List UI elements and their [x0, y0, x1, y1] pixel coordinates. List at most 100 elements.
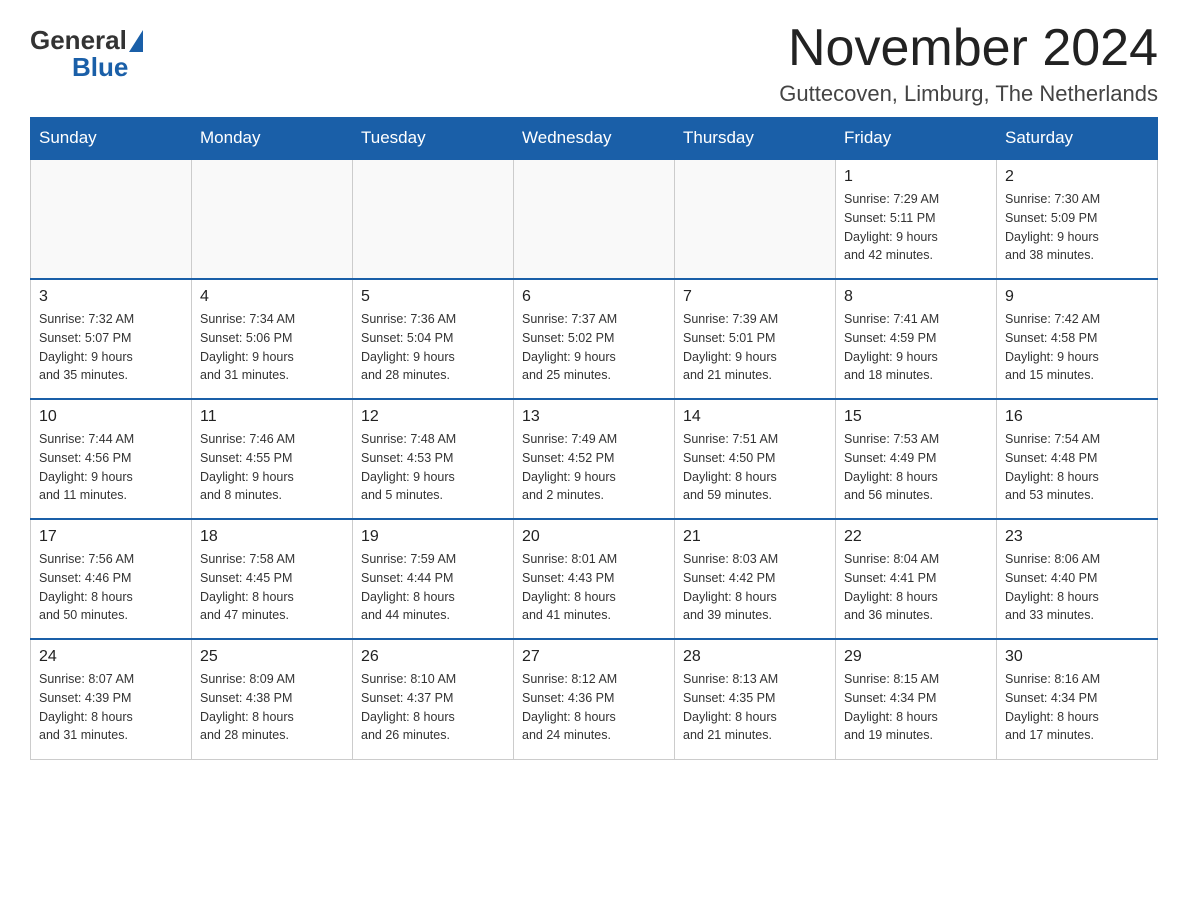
- location-title: Guttecoven, Limburg, The Netherlands: [779, 81, 1158, 107]
- day-info: Sunrise: 7:56 AM Sunset: 4:46 PM Dayligh…: [39, 550, 183, 625]
- day-info: Sunrise: 7:49 AM Sunset: 4:52 PM Dayligh…: [522, 430, 666, 505]
- calendar-cell: [675, 159, 836, 279]
- calendar-cell: 23 Sunrise: 8:06 AM Sunset: 4:40 PM Dayli…: [997, 519, 1158, 639]
- day-number: 13: [522, 408, 666, 426]
- day-number: 8: [844, 288, 988, 306]
- calendar-cell: 21 Sunrise: 8:03 AM Sunset: 4:42 PM Dayli…: [675, 519, 836, 639]
- day-info: Sunrise: 7:53 AM Sunset: 4:49 PM Dayligh…: [844, 430, 988, 505]
- calendar-cell: 28 Sunrise: 8:13 AM Sunset: 4:35 PM Dayli…: [675, 639, 836, 759]
- calendar-cell: [192, 159, 353, 279]
- day-number: 24: [39, 648, 183, 666]
- day-info: Sunrise: 7:59 AM Sunset: 4:44 PM Dayligh…: [361, 550, 505, 625]
- day-number: 19: [361, 528, 505, 546]
- weekday-header-wednesday: Wednesday: [514, 118, 675, 160]
- calendar-table: SundayMondayTuesdayWednesdayThursdayFrid…: [30, 117, 1158, 760]
- day-info: Sunrise: 8:12 AM Sunset: 4:36 PM Dayligh…: [522, 670, 666, 745]
- day-info: Sunrise: 8:13 AM Sunset: 4:35 PM Dayligh…: [683, 670, 827, 745]
- day-info: Sunrise: 8:04 AM Sunset: 4:41 PM Dayligh…: [844, 550, 988, 625]
- calendar-cell: 20 Sunrise: 8:01 AM Sunset: 4:43 PM Dayli…: [514, 519, 675, 639]
- calendar-cell: 29 Sunrise: 8:15 AM Sunset: 4:34 PM Dayli…: [836, 639, 997, 759]
- calendar-cell: 18Sunrise: 7:58 AM Sunset: 4:45 PM Dayli…: [192, 519, 353, 639]
- day-number: 25: [200, 648, 344, 666]
- calendar-cell: 4Sunrise: 7:34 AM Sunset: 5:06 PM Daylig…: [192, 279, 353, 399]
- calendar-cell: 11 Sunrise: 7:46 AM Sunset: 4:55 PM Dayli…: [192, 399, 353, 519]
- day-info: Sunrise: 7:46 AM Sunset: 4:55 PM Dayligh…: [200, 430, 344, 505]
- day-info: Sunrise: 7:58 AM Sunset: 4:45 PM Dayligh…: [200, 550, 344, 625]
- logo-triangle-icon: [129, 30, 143, 52]
- day-info: Sunrise: 8:10 AM Sunset: 4:37 PM Dayligh…: [361, 670, 505, 745]
- calendar-cell: 3 Sunrise: 7:32 AM Sunset: 5:07 PM Daylig…: [31, 279, 192, 399]
- day-info: Sunrise: 7:44 AM Sunset: 4:56 PM Dayligh…: [39, 430, 183, 505]
- day-number: 3: [39, 288, 183, 306]
- calendar-cell: 1Sunrise: 7:29 AM Sunset: 5:11 PM Daylig…: [836, 159, 997, 279]
- day-info: Sunrise: 7:42 AM Sunset: 4:58 PM Dayligh…: [1005, 310, 1149, 385]
- day-info: Sunrise: 8:03 AM Sunset: 4:42 PM Dayligh…: [683, 550, 827, 625]
- day-number: 2: [1005, 168, 1149, 186]
- calendar-cell: 15Sunrise: 7:53 AM Sunset: 4:49 PM Dayli…: [836, 399, 997, 519]
- day-info: Sunrise: 8:15 AM Sunset: 4:34 PM Dayligh…: [844, 670, 988, 745]
- calendar-cell: [514, 159, 675, 279]
- calendar-cell: 14 Sunrise: 7:51 AM Sunset: 4:50 PM Dayli…: [675, 399, 836, 519]
- day-number: 9: [1005, 288, 1149, 306]
- calendar-cell: 24 Sunrise: 8:07 AM Sunset: 4:39 PM Dayli…: [31, 639, 192, 759]
- calendar-cell: [353, 159, 514, 279]
- day-number: 30: [1005, 648, 1149, 666]
- day-info: Sunrise: 7:51 AM Sunset: 4:50 PM Dayligh…: [683, 430, 827, 505]
- day-number: 27: [522, 648, 666, 666]
- day-number: 20: [522, 528, 666, 546]
- page-header: General Blue November 2024 Guttecoven, L…: [30, 20, 1158, 107]
- logo-blue-text: Blue: [72, 52, 128, 82]
- calendar-cell: 22 Sunrise: 8:04 AM Sunset: 4:41 PM Dayli…: [836, 519, 997, 639]
- week-row-2: 3 Sunrise: 7:32 AM Sunset: 5:07 PM Daylig…: [31, 279, 1158, 399]
- day-info: Sunrise: 7:41 AM Sunset: 4:59 PM Dayligh…: [844, 310, 988, 385]
- day-number: 28: [683, 648, 827, 666]
- day-number: 23: [1005, 528, 1149, 546]
- day-number: 11: [200, 408, 344, 426]
- day-number: 5: [361, 288, 505, 306]
- calendar-cell: 10 Sunrise: 7:44 AM Sunset: 4:56 PM Dayli…: [31, 399, 192, 519]
- calendar-cell: 13 Sunrise: 7:49 AM Sunset: 4:52 PM Dayli…: [514, 399, 675, 519]
- day-info: Sunrise: 7:36 AM Sunset: 5:04 PM Dayligh…: [361, 310, 505, 385]
- day-number: 4: [200, 288, 344, 306]
- logo: General Blue: [30, 20, 145, 83]
- day-info: Sunrise: 8:01 AM Sunset: 4:43 PM Dayligh…: [522, 550, 666, 625]
- weekday-header-monday: Monday: [192, 118, 353, 160]
- day-number: 26: [361, 648, 505, 666]
- day-info: Sunrise: 7:32 AM Sunset: 5:07 PM Dayligh…: [39, 310, 183, 385]
- week-row-1: 1Sunrise: 7:29 AM Sunset: 5:11 PM Daylig…: [31, 159, 1158, 279]
- calendar-cell: 7Sunrise: 7:39 AM Sunset: 5:01 PM Daylig…: [675, 279, 836, 399]
- day-number: 29: [844, 648, 988, 666]
- calendar-cell: 30 Sunrise: 8:16 AM Sunset: 4:34 PM Dayli…: [997, 639, 1158, 759]
- day-number: 22: [844, 528, 988, 546]
- calendar-cell: 25Sunrise: 8:09 AM Sunset: 4:38 PM Dayli…: [192, 639, 353, 759]
- day-info: Sunrise: 7:37 AM Sunset: 5:02 PM Dayligh…: [522, 310, 666, 385]
- day-number: 10: [39, 408, 183, 426]
- day-number: 1: [844, 168, 988, 186]
- day-info: Sunrise: 7:54 AM Sunset: 4:48 PM Dayligh…: [1005, 430, 1149, 505]
- month-title: November 2024: [779, 20, 1158, 77]
- calendar-cell: 5 Sunrise: 7:36 AM Sunset: 5:04 PM Daylig…: [353, 279, 514, 399]
- day-info: Sunrise: 7:39 AM Sunset: 5:01 PM Dayligh…: [683, 310, 827, 385]
- day-number: 6: [522, 288, 666, 306]
- calendar-cell: 27 Sunrise: 8:12 AM Sunset: 4:36 PM Dayli…: [514, 639, 675, 759]
- day-info: Sunrise: 7:48 AM Sunset: 4:53 PM Dayligh…: [361, 430, 505, 505]
- day-info: Sunrise: 8:06 AM Sunset: 4:40 PM Dayligh…: [1005, 550, 1149, 625]
- calendar-cell: 12 Sunrise: 7:48 AM Sunset: 4:53 PM Dayli…: [353, 399, 514, 519]
- day-info: Sunrise: 8:07 AM Sunset: 4:39 PM Dayligh…: [39, 670, 183, 745]
- weekday-header-tuesday: Tuesday: [353, 118, 514, 160]
- day-number: 21: [683, 528, 827, 546]
- day-number: 14: [683, 408, 827, 426]
- day-number: 12: [361, 408, 505, 426]
- calendar-cell: 17Sunrise: 7:56 AM Sunset: 4:46 PM Dayli…: [31, 519, 192, 639]
- calendar-cell: 8 Sunrise: 7:41 AM Sunset: 4:59 PM Daylig…: [836, 279, 997, 399]
- day-number: 16: [1005, 408, 1149, 426]
- calendar-cell: 2Sunrise: 7:30 AM Sunset: 5:09 PM Daylig…: [997, 159, 1158, 279]
- calendar-cell: 26 Sunrise: 8:10 AM Sunset: 4:37 PM Dayli…: [353, 639, 514, 759]
- week-row-4: 17Sunrise: 7:56 AM Sunset: 4:46 PM Dayli…: [31, 519, 1158, 639]
- weekday-header-sunday: Sunday: [31, 118, 192, 160]
- day-info: Sunrise: 8:16 AM Sunset: 4:34 PM Dayligh…: [1005, 670, 1149, 745]
- weekday-header-friday: Friday: [836, 118, 997, 160]
- weekday-header-saturday: Saturday: [997, 118, 1158, 160]
- weekday-header-row: SundayMondayTuesdayWednesdayThursdayFrid…: [31, 118, 1158, 160]
- week-row-3: 10 Sunrise: 7:44 AM Sunset: 4:56 PM Dayli…: [31, 399, 1158, 519]
